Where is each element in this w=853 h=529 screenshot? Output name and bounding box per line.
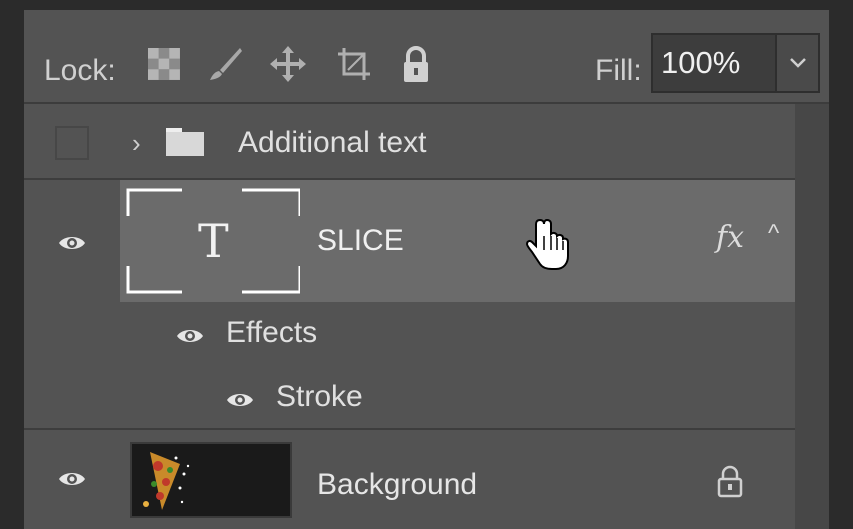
chevron-down-icon bbox=[790, 58, 806, 68]
pizza-image bbox=[132, 444, 290, 516]
layer-name: Background bbox=[317, 468, 478, 501]
chevron-up-icon[interactable]: ^ bbox=[768, 220, 779, 248]
fx-icon[interactable]: fx bbox=[716, 220, 744, 255]
lock-transparent-pixels-icon[interactable] bbox=[144, 44, 184, 84]
layer-row-slice[interactable]: T SLICE fx ^ bbox=[120, 180, 795, 302]
effects-label[interactable]: Effects bbox=[226, 316, 317, 350]
lock-icon[interactable] bbox=[716, 464, 744, 498]
layer-name: Additional text bbox=[238, 126, 427, 159]
chevron-right-icon[interactable]: › bbox=[132, 128, 141, 159]
background-thumbnail bbox=[130, 442, 292, 518]
lock-position-icon[interactable] bbox=[268, 44, 308, 84]
eye-icon[interactable] bbox=[176, 327, 204, 345]
eye-icon[interactable] bbox=[226, 391, 254, 409]
folder-icon bbox=[166, 128, 204, 156]
layers-list: › Additional text T SLICE fx ^ Effects S… bbox=[24, 104, 829, 529]
visibility-cell bbox=[24, 180, 120, 302]
eye-icon[interactable] bbox=[58, 470, 86, 488]
layer-effects: Effects Stroke bbox=[120, 302, 795, 428]
layers-panel: Lock: Fill: 100% › Additional text T SLI… bbox=[0, 0, 853, 529]
fill-label: Fill: bbox=[595, 54, 642, 87]
fill-dropdown-button[interactable] bbox=[776, 33, 820, 93]
eye-icon[interactable] bbox=[58, 234, 86, 252]
layer-row-group[interactable]: › Additional text bbox=[24, 104, 795, 178]
lock-label: Lock: bbox=[44, 54, 116, 87]
fill-opacity-input[interactable]: 100% bbox=[651, 33, 777, 93]
effect-item-stroke[interactable]: Stroke bbox=[276, 380, 363, 414]
lock-all-icon[interactable] bbox=[396, 44, 436, 84]
lock-toolbar: Lock: Fill: 100% bbox=[24, 10, 829, 104]
panel-frame-top bbox=[0, 0, 853, 10]
visibility-cell bbox=[24, 430, 120, 529]
panel-frame-left bbox=[0, 0, 24, 529]
hand-cursor-icon bbox=[525, 218, 569, 270]
text-layer-glyph: T bbox=[198, 214, 229, 268]
layers-scrollbar[interactable] bbox=[795, 104, 829, 529]
visibility-toggle-off[interactable] bbox=[55, 126, 89, 160]
lock-artboard-icon[interactable] bbox=[334, 44, 374, 84]
panel-frame-right bbox=[829, 0, 853, 529]
layer-row-background[interactable]: Background bbox=[120, 430, 795, 529]
layer-name: SLICE bbox=[317, 224, 404, 257]
lock-image-pixels-icon[interactable] bbox=[206, 44, 246, 84]
